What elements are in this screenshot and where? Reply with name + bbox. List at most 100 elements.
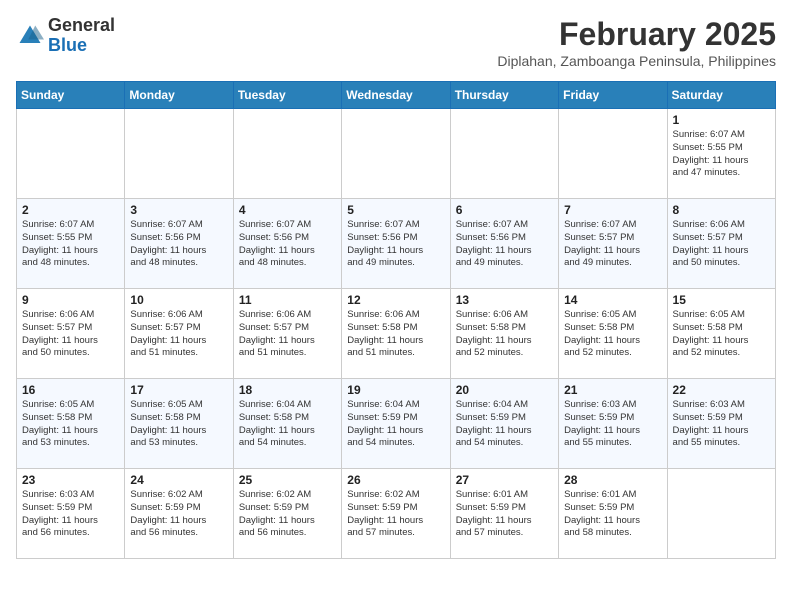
day-number: 26 — [347, 473, 444, 487]
day-info: Sunrise: 6:04 AM Sunset: 5:59 PM Dayligh… — [456, 399, 553, 450]
calendar-cell: 26 Sunrise: 6:02 AM Sunset: 5:59 PM Dayli… — [342, 469, 450, 559]
calendar-cell: 27 Sunrise: 6:01 AM Sunset: 5:59 PM Dayli… — [450, 469, 558, 559]
day-number: 7 — [564, 203, 661, 217]
calendar-cell: 22Sunrise: 6:03 AM Sunset: 5:59 PM Dayli… — [667, 379, 775, 469]
logo-blue: Blue — [48, 35, 87, 55]
day-number: 1 — [673, 113, 770, 127]
day-number: 4 — [239, 203, 336, 217]
calendar-cell: 6 Sunrise: 6:07 AM Sunset: 5:56 PM Daylig… — [450, 199, 558, 289]
calendar-cell: 28 Sunrise: 6:01 AM Sunset: 5:59 PM Dayli… — [559, 469, 667, 559]
calendar-cell: 19Sunrise: 6:04 AM Sunset: 5:59 PM Dayli… — [342, 379, 450, 469]
day-info: Sunrise: 6:06 AM Sunset: 5:57 PM Dayligh… — [130, 309, 227, 360]
month-year: February 2025 — [497, 16, 776, 53]
day-info: Sunrise: 6:07 AM Sunset: 5:55 PM Dayligh… — [673, 129, 770, 180]
weekday-header-row: SundayMondayTuesdayWednesdayThursdayFrid… — [17, 82, 776, 109]
calendar-cell: 7 Sunrise: 6:07 AM Sunset: 5:57 PM Daylig… — [559, 199, 667, 289]
calendar-cell: 8Sunrise: 6:06 AM Sunset: 5:57 PM Daylig… — [667, 199, 775, 289]
day-number: 18 — [239, 383, 336, 397]
calendar-cell: 18 Sunrise: 6:04 AM Sunset: 5:58 PM Dayli… — [233, 379, 341, 469]
day-info: Sunrise: 6:06 AM Sunset: 5:58 PM Dayligh… — [347, 309, 444, 360]
calendar-cell: 9 Sunrise: 6:06 AM Sunset: 5:57 PM Daylig… — [17, 289, 125, 379]
weekday-header: Monday — [125, 82, 233, 109]
day-number: 28 — [564, 473, 661, 487]
day-info: Sunrise: 6:04 AM Sunset: 5:58 PM Dayligh… — [239, 399, 336, 450]
calendar-week-row: 23 Sunrise: 6:03 AM Sunset: 5:59 PM Dayli… — [17, 469, 776, 559]
day-info: Sunrise: 6:07 AM Sunset: 5:57 PM Dayligh… — [564, 219, 661, 270]
day-info: Sunrise: 6:07 AM Sunset: 5:56 PM Dayligh… — [130, 219, 227, 270]
day-number: 17 — [130, 383, 227, 397]
calendar-cell: 10 Sunrise: 6:06 AM Sunset: 5:57 PM Dayli… — [125, 289, 233, 379]
weekday-header: Friday — [559, 82, 667, 109]
logo-text: General Blue — [48, 16, 115, 56]
day-number: 9 — [22, 293, 119, 307]
day-number: 3 — [130, 203, 227, 217]
day-number: 22 — [673, 383, 770, 397]
day-info: Sunrise: 6:02 AM Sunset: 5:59 PM Dayligh… — [130, 489, 227, 540]
calendar-cell: 2 Sunrise: 6:07 AM Sunset: 5:55 PM Daylig… — [17, 199, 125, 289]
day-info: Sunrise: 6:02 AM Sunset: 5:59 PM Dayligh… — [347, 489, 444, 540]
day-info: Sunrise: 6:01 AM Sunset: 5:59 PM Dayligh… — [456, 489, 553, 540]
calendar-cell: 1 Sunrise: 6:07 AM Sunset: 5:55 PM Daylig… — [667, 109, 775, 199]
calendar-cell: 15 Sunrise: 6:05 AM Sunset: 5:58 PM Dayli… — [667, 289, 775, 379]
calendar-table: SundayMondayTuesdayWednesdayThursdayFrid… — [16, 81, 776, 559]
calendar-cell — [450, 109, 558, 199]
day-info: Sunrise: 6:05 AM Sunset: 5:58 PM Dayligh… — [564, 309, 661, 360]
calendar-cell: 14 Sunrise: 6:05 AM Sunset: 5:58 PM Dayli… — [559, 289, 667, 379]
calendar-cell: 24 Sunrise: 6:02 AM Sunset: 5:59 PM Dayli… — [125, 469, 233, 559]
weekday-header: Thursday — [450, 82, 558, 109]
day-number: 14 — [564, 293, 661, 307]
day-number: 16 — [22, 383, 119, 397]
weekday-header: Tuesday — [233, 82, 341, 109]
day-info: Sunrise: 6:06 AM Sunset: 5:57 PM Dayligh… — [239, 309, 336, 360]
calendar-cell — [233, 109, 341, 199]
calendar-cell: 21 Sunrise: 6:03 AM Sunset: 5:59 PM Dayli… — [559, 379, 667, 469]
logo: General Blue — [16, 16, 115, 56]
day-number: 24 — [130, 473, 227, 487]
calendar-cell: 5 Sunrise: 6:07 AM Sunset: 5:56 PM Daylig… — [342, 199, 450, 289]
day-number: 5 — [347, 203, 444, 217]
calendar-week-row: 2 Sunrise: 6:07 AM Sunset: 5:55 PM Daylig… — [17, 199, 776, 289]
location: Diplahan, Zamboanga Peninsula, Philippin… — [497, 53, 776, 69]
day-info: Sunrise: 6:03 AM Sunset: 5:59 PM Dayligh… — [564, 399, 661, 450]
calendar-cell: 11Sunrise: 6:06 AM Sunset: 5:57 PM Dayli… — [233, 289, 341, 379]
calendar-cell — [667, 469, 775, 559]
logo-icon — [16, 22, 44, 50]
day-number: 8 — [673, 203, 770, 217]
day-info: Sunrise: 6:06 AM Sunset: 5:57 PM Dayligh… — [22, 309, 119, 360]
calendar-cell: 20 Sunrise: 6:04 AM Sunset: 5:59 PM Dayli… — [450, 379, 558, 469]
day-info: Sunrise: 6:04 AM Sunset: 5:59 PM Dayligh… — [347, 399, 444, 450]
day-info: Sunrise: 6:05 AM Sunset: 5:58 PM Dayligh… — [673, 309, 770, 360]
day-info: Sunrise: 6:01 AM Sunset: 5:59 PM Dayligh… — [564, 489, 661, 540]
day-number: 21 — [564, 383, 661, 397]
day-number: 6 — [456, 203, 553, 217]
day-number: 20 — [456, 383, 553, 397]
calendar-cell: 25Sunrise: 6:02 AM Sunset: 5:59 PM Dayli… — [233, 469, 341, 559]
calendar-cell: 16 Sunrise: 6:05 AM Sunset: 5:58 PM Dayli… — [17, 379, 125, 469]
day-number: 2 — [22, 203, 119, 217]
calendar-week-row: 1 Sunrise: 6:07 AM Sunset: 5:55 PM Daylig… — [17, 109, 776, 199]
calendar-cell: 12 Sunrise: 6:06 AM Sunset: 5:58 PM Dayli… — [342, 289, 450, 379]
calendar-cell: 13Sunrise: 6:06 AM Sunset: 5:58 PM Dayli… — [450, 289, 558, 379]
calendar-cell: 3 Sunrise: 6:07 AM Sunset: 5:56 PM Daylig… — [125, 199, 233, 289]
day-info: Sunrise: 6:07 AM Sunset: 5:55 PM Dayligh… — [22, 219, 119, 270]
calendar-cell — [125, 109, 233, 199]
weekday-header: Wednesday — [342, 82, 450, 109]
weekday-header: Saturday — [667, 82, 775, 109]
day-number: 13 — [456, 293, 553, 307]
day-info: Sunrise: 6:05 AM Sunset: 5:58 PM Dayligh… — [22, 399, 119, 450]
day-info: Sunrise: 6:07 AM Sunset: 5:56 PM Dayligh… — [239, 219, 336, 270]
day-info: Sunrise: 6:03 AM Sunset: 5:59 PM Dayligh… — [22, 489, 119, 540]
calendar-cell — [559, 109, 667, 199]
calendar-cell — [17, 109, 125, 199]
day-info: Sunrise: 6:07 AM Sunset: 5:56 PM Dayligh… — [456, 219, 553, 270]
day-number: 10 — [130, 293, 227, 307]
weekday-header: Sunday — [17, 82, 125, 109]
day-info: Sunrise: 6:05 AM Sunset: 5:58 PM Dayligh… — [130, 399, 227, 450]
page-header: General Blue February 2025 Diplahan, Zam… — [16, 16, 776, 69]
calendar-week-row: 9 Sunrise: 6:06 AM Sunset: 5:57 PM Daylig… — [17, 289, 776, 379]
day-info: Sunrise: 6:07 AM Sunset: 5:56 PM Dayligh… — [347, 219, 444, 270]
day-number: 15 — [673, 293, 770, 307]
day-number: 27 — [456, 473, 553, 487]
day-number: 23 — [22, 473, 119, 487]
day-number: 12 — [347, 293, 444, 307]
